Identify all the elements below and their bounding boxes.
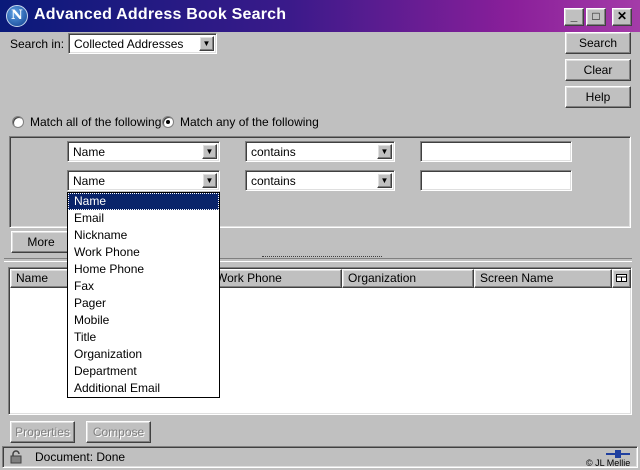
criteria-operator-select-2[interactable]: contains ▼ [245, 170, 395, 191]
dropdown-option-organization[interactable]: Organization [68, 346, 219, 363]
match-any-label[interactable]: Match any of the following [180, 115, 319, 129]
criteria-operator-value-2: contains [251, 174, 296, 188]
dropdown-option-pager[interactable]: Pager [68, 295, 219, 312]
maximize-button[interactable]: □ [586, 8, 606, 26]
criteria-value-input-2[interactable] [420, 170, 572, 191]
criteria-field-select-2[interactable]: Name ▼ [67, 170, 220, 191]
criteria-field-value-2: Name [73, 174, 106, 188]
copyright-text: © JL Mellie [586, 458, 631, 468]
clear-button[interactable]: Clear [565, 59, 631, 81]
close-icon: ✕ [616, 9, 628, 23]
match-any-radio[interactable] [162, 116, 174, 128]
compose-button[interactable]: Compose [86, 421, 151, 443]
search-in-label: Search in: [10, 37, 65, 51]
search-in-value: Collected Addresses [74, 37, 184, 51]
dropdown-option-name[interactable]: Name [68, 193, 219, 210]
dropdown-option-email[interactable]: Email [68, 210, 219, 227]
chevron-down-icon[interactable]: ▼ [377, 144, 392, 159]
close-button[interactable]: ✕ [612, 8, 632, 26]
column-header-work-phone[interactable]: Work Phone [210, 269, 342, 288]
properties-button[interactable]: Properties [10, 421, 75, 443]
dropdown-option-work-phone[interactable]: Work Phone [68, 244, 219, 261]
chevron-down-icon[interactable]: ▼ [202, 144, 217, 159]
maximize-icon: □ [592, 9, 600, 23]
search-in-select[interactable]: Collected Addresses ▼ [68, 33, 217, 54]
chevron-down-icon[interactable]: ▼ [199, 36, 214, 51]
netscape-logo-icon[interactable]: N [6, 5, 28, 27]
status-text: Document: Done [35, 450, 126, 464]
column-picker-icon [616, 274, 627, 282]
window-title: Advanced Address Book Search [34, 6, 287, 23]
splitter-handle[interactable] [262, 256, 382, 262]
criteria-value-input-1[interactable] [420, 141, 572, 162]
column-header-screen-name[interactable]: Screen Name [474, 269, 612, 288]
chevron-down-icon[interactable]: ▼ [202, 173, 217, 188]
dropdown-option-department[interactable]: Department [68, 363, 219, 380]
criteria-operator-select-1[interactable]: contains ▼ [245, 141, 395, 162]
chevron-down-icon[interactable]: ▼ [377, 173, 392, 188]
dropdown-option-title[interactable]: Title [68, 329, 219, 346]
help-button[interactable]: Help [565, 86, 631, 108]
security-lock-icon[interactable] [8, 450, 24, 464]
criteria-field-value-1: Name [73, 145, 106, 159]
dropdown-option-fax[interactable]: Fax [68, 278, 219, 295]
dropdown-option-mobile[interactable]: Mobile [68, 312, 219, 329]
match-all-label[interactable]: Match all of the following [30, 115, 161, 129]
field-dropdown-list[interactable]: Name Email Nickname Work Phone Home Phon… [67, 192, 220, 398]
criteria-field-select-1[interactable]: Name ▼ [67, 141, 220, 162]
minimize-icon: _ [570, 9, 578, 23]
column-picker-button[interactable] [612, 269, 631, 288]
more-button[interactable]: More [11, 231, 71, 253]
search-button[interactable]: Search [565, 32, 631, 54]
minimize-button[interactable]: _ [564, 8, 584, 26]
criteria-operator-value-1: contains [251, 145, 296, 159]
dropdown-option-nickname[interactable]: Nickname [68, 227, 219, 244]
match-all-radio[interactable] [12, 116, 24, 128]
dropdown-option-additional-email[interactable]: Additional Email [68, 380, 219, 397]
dropdown-option-home-phone[interactable]: Home Phone [68, 261, 219, 278]
column-header-organization[interactable]: Organization [342, 269, 474, 288]
